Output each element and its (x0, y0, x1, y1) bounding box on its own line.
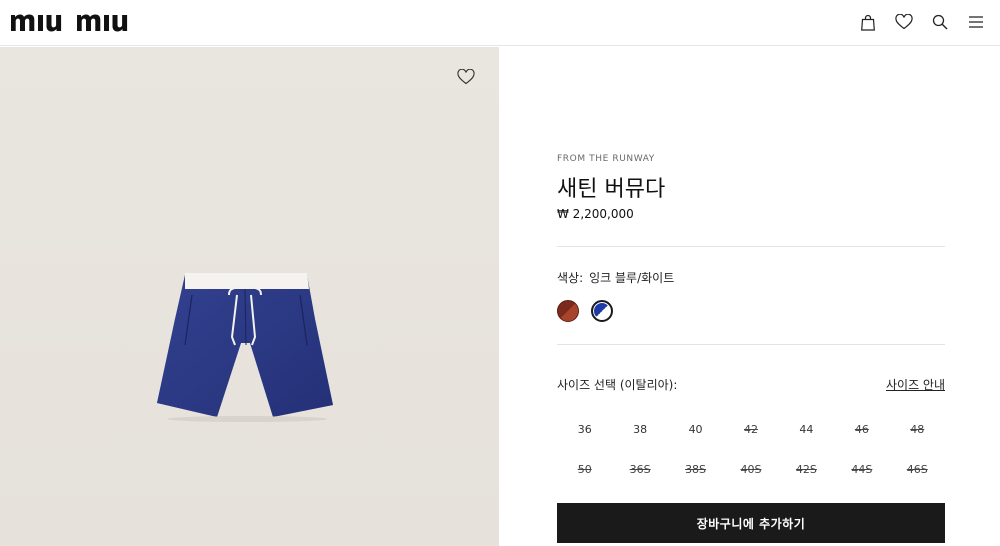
size-option-36s[interactable]: 36S (612, 459, 667, 480)
wishlist-heart-icon[interactable] (457, 68, 477, 89)
size-option-44s[interactable]: 44S (834, 459, 889, 480)
product-price: ₩ 2,200,000 (557, 207, 634, 221)
add-to-cart-button[interactable]: 장바구니에 추가하기 (557, 503, 945, 543)
size-label: 사이즈 선택 (이탈리아): (557, 378, 678, 392)
heart-icon[interactable] (894, 12, 914, 32)
menu-icon[interactable] (966, 12, 986, 32)
size-option-42s[interactable]: 42S (779, 459, 834, 480)
product-image (157, 273, 333, 422)
product-eyebrow: FROM THE RUNWAY (557, 154, 655, 164)
size-option-40s[interactable]: 40S (723, 459, 778, 480)
swatch-ink-blue-white[interactable] (591, 300, 613, 322)
size-option-38s[interactable]: 38S (668, 459, 723, 480)
size-option-36[interactable]: 36 (557, 419, 612, 440)
swatch-brick-red[interactable] (557, 300, 579, 322)
size-option-40[interactable]: 40 (668, 419, 723, 440)
header-actions (858, 12, 986, 32)
product-details: FROM THE RUNWAY 새틴 버뮤다 ₩ 2,200,000 색상: 잉… (557, 47, 945, 546)
size-option-38[interactable]: 38 (612, 419, 667, 440)
product-gallery[interactable] (0, 47, 499, 546)
color-value: 잉크 블루/화이트 (589, 271, 675, 285)
size-option-46s[interactable]: 46S (890, 459, 945, 480)
size-header: 사이즈 선택 (이탈리아): 사이즈 안내 (557, 376, 945, 393)
bag-icon[interactable] (858, 12, 878, 32)
size-guide-link[interactable]: 사이즈 안내 (886, 376, 945, 393)
product-title: 새틴 버뮤다 (557, 177, 666, 202)
size-option-46[interactable]: 46 (834, 419, 889, 440)
size-option-50[interactable]: 50 (557, 459, 612, 480)
miu-miu-logo[interactable] (11, 9, 145, 33)
size-options: 36 38 40 42 44 46 48 50 36S 38S 40S 42S 44S 46S (557, 419, 945, 480)
size-option-48[interactable]: 48 (890, 419, 945, 440)
size-option-44[interactable]: 44 (779, 419, 834, 440)
search-icon[interactable] (930, 12, 950, 32)
site-header (0, 0, 1000, 46)
color-label-row: 색상: 잉크 블루/화이트 (557, 269, 674, 286)
color-label: 색상: (557, 271, 584, 285)
color-swatches (557, 300, 613, 322)
divider (557, 246, 945, 247)
divider (557, 344, 945, 345)
size-option-42[interactable]: 42 (723, 419, 778, 440)
